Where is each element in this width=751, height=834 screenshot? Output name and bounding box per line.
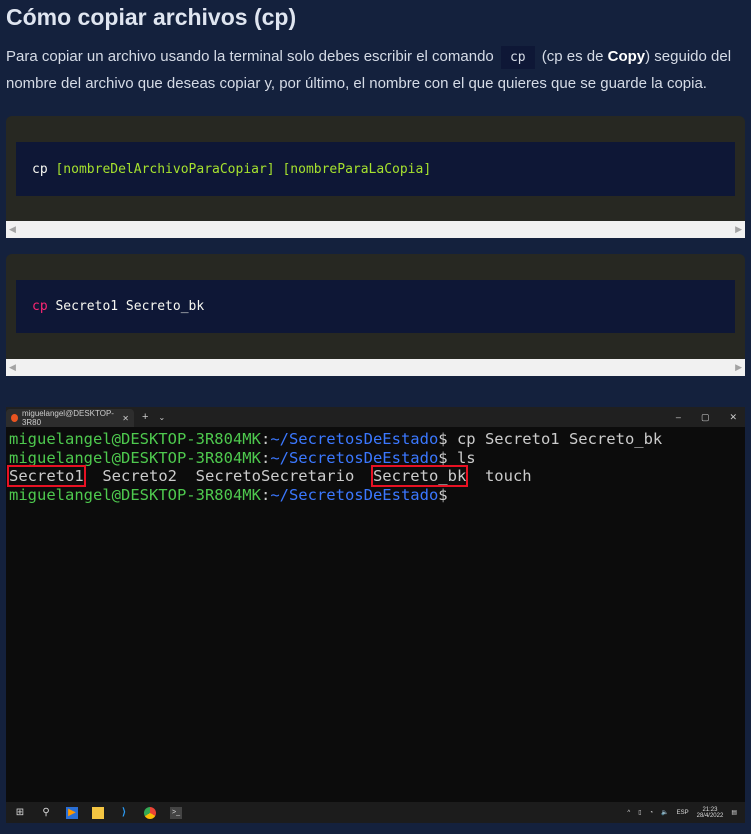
battery-icon: ▯ bbox=[638, 810, 642, 816]
page-title: Cómo copiar archivos (cp) bbox=[6, 4, 297, 30]
scroll-right-icon[interactable]: ▶ bbox=[735, 224, 742, 235]
network-icon: ◔ bbox=[649, 809, 654, 816]
terminal-screenshot: miguelangel@DESKTOP-3R80 ✕ + ⌄ – ▢ ✕ miguel… bbox=[6, 407, 745, 823]
terminal-output: miguelangel@DESKTOP-3R804MK:~/SecretosDe… bbox=[7, 430, 663, 504]
intro-paragraph: Para copiar un archivo usando la termina… bbox=[6, 46, 732, 92]
highlighted-file: Secreto1 bbox=[7, 465, 86, 487]
chevron-down-icon: ⌄ bbox=[158, 412, 166, 422]
inline-code: cp bbox=[500, 46, 535, 69]
horizontal-scrollbar[interactable]: ◀ ▶ bbox=[6, 221, 745, 238]
chrome-icon bbox=[144, 806, 156, 819]
maximize-icon: ▢ bbox=[700, 411, 710, 422]
chevron-up-icon: ^ bbox=[627, 809, 631, 816]
horizontal-scrollbar[interactable]: ◀ ▶ bbox=[6, 359, 745, 376]
windows-start-icon: ⊞ bbox=[15, 807, 25, 818]
close-icon: ✕ bbox=[729, 411, 737, 422]
search-icon: ⚲ bbox=[42, 807, 50, 818]
highlighted-file: Secreto_bk bbox=[370, 465, 469, 487]
close-tab-icon: ✕ bbox=[122, 413, 129, 423]
code-block-example: cp Secreto1 Secreto_bk ◀ ▶ bbox=[6, 254, 745, 376]
vscode-icon: ⟩ bbox=[122, 807, 126, 818]
windows-taskbar: ⊞ ⚲ ▶ ⟩ >_ ^ ▯ ◔ 🔈 ESP 21:23 28/4/2022 ▤ bbox=[6, 802, 745, 823]
file-explorer-icon bbox=[92, 806, 104, 819]
minimize-icon: – bbox=[675, 411, 681, 422]
volume-icon: 🔈 bbox=[661, 810, 669, 816]
notifications-icon: ▤ bbox=[731, 810, 737, 816]
ubuntu-icon bbox=[11, 414, 18, 422]
scroll-right-icon[interactable]: ▶ bbox=[735, 362, 742, 373]
terminal-tab: miguelangel@DESKTOP-3R80 ✕ bbox=[6, 409, 134, 427]
scroll-left-icon[interactable]: ◀ bbox=[9, 362, 16, 373]
code-block-syntax: cp [nombreDelArchivoParaCopiar] [nombreP… bbox=[6, 116, 745, 238]
terminal-icon: >_ bbox=[170, 806, 182, 819]
new-tab-icon: + bbox=[142, 411, 149, 423]
media-player-icon: ▶ bbox=[66, 806, 78, 819]
scroll-left-icon[interactable]: ◀ bbox=[9, 224, 16, 235]
